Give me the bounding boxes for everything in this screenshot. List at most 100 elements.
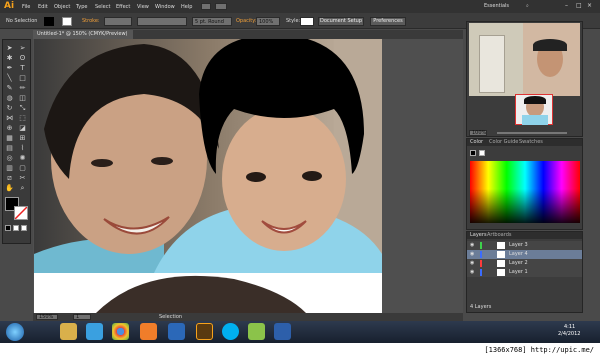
shape-builder-icon[interactable]: ⊕ <box>5 124 14 133</box>
arrange-docs-button[interactable] <box>215 3 227 10</box>
artboard-number-field[interactable]: 1 <box>73 314 91 320</box>
menu-type[interactable]: Type <box>76 4 87 10</box>
close-button[interactable]: × <box>587 3 592 9</box>
gradient-mode-button[interactable] <box>13 225 19 231</box>
menu-window[interactable]: Window <box>155 4 175 10</box>
eyedropper-icon[interactable]: ⌇ <box>18 144 27 153</box>
tab-layers[interactable]: Layers <box>470 233 487 238</box>
menu-file[interactable]: File <box>22 4 30 10</box>
document-setup-button[interactable]: Document Setup <box>318 17 364 26</box>
skype-icon[interactable] <box>222 323 239 340</box>
width-tool-icon[interactable]: ⋈ <box>5 114 14 123</box>
layer-name[interactable]: Layer 4 <box>509 252 528 257</box>
tab-artboards[interactable]: Artboards <box>487 233 511 238</box>
brush-definition[interactable]: 5 pt. Round <box>192 17 232 26</box>
gradient-icon[interactable]: ▤ <box>5 144 14 153</box>
fill-swatch[interactable] <box>44 17 54 26</box>
minimize-button[interactable]: – <box>565 3 568 9</box>
layer-row[interactable]: ◉ Layer 3 <box>467 241 582 250</box>
blend-icon[interactable]: ◎ <box>5 154 14 163</box>
menu-object[interactable]: Object <box>54 4 70 10</box>
eraser-icon[interactable]: ◫ <box>18 94 27 103</box>
workspace-switcher[interactable]: Essentials <box>484 4 509 9</box>
tab-color[interactable]: Color <box>470 140 483 145</box>
scissors-icon[interactable]: ✂ <box>18 174 27 183</box>
menu-select[interactable]: Select <box>95 4 110 10</box>
layer-row[interactable]: ◉ Layer 4 <box>467 250 582 259</box>
pencil-icon[interactable]: ✏ <box>18 84 27 93</box>
none-mode-button[interactable] <box>21 225 27 231</box>
chrome-icon[interactable] <box>112 323 129 340</box>
graphic-style-swatch[interactable] <box>300 17 314 26</box>
eye-icon[interactable]: ◉ <box>470 270 474 275</box>
rectangle-tool-icon[interactable]: □ <box>18 74 27 83</box>
selection-tool-icon[interactable]: ➤ <box>5 44 14 53</box>
tab-color-guide[interactable]: Color Guide <box>489 140 518 145</box>
rotate-icon[interactable]: ↻ <box>5 104 14 113</box>
color-spectrum[interactable] <box>470 161 580 223</box>
layer-row[interactable]: ◉ Layer 1 <box>467 268 582 277</box>
menu-help[interactable]: Help <box>181 4 192 10</box>
artboard[interactable] <box>34 39 382 313</box>
menu-edit[interactable]: Edit <box>38 4 48 10</box>
paintbrush-icon[interactable]: ✎ <box>5 84 14 93</box>
navigator-zoom-field[interactable]: 100% <box>469 130 487 136</box>
opacity-label[interactable]: Opacity: <box>236 19 257 24</box>
opacity-field[interactable]: 100% <box>256 17 280 26</box>
type-tool-icon[interactable]: T <box>18 64 27 73</box>
menu-view[interactable]: View <box>137 4 149 10</box>
stroke-swatch[interactable] <box>62 17 72 26</box>
tab-swatches[interactable]: Swatches <box>519 140 543 145</box>
start-orb-icon[interactable] <box>6 323 24 341</box>
free-transform-icon[interactable]: ⬚ <box>18 114 27 123</box>
zoom-field[interactable]: 150% <box>36 314 58 320</box>
word-icon[interactable] <box>274 323 291 340</box>
eye-icon[interactable]: ◉ <box>470 261 474 266</box>
perspective-grid-icon[interactable]: ▦ <box>5 134 14 143</box>
symbol-sprayer-icon[interactable]: ✺ <box>18 154 27 163</box>
navigator-zoom-slider[interactable] <box>497 132 567 134</box>
color-mode-button[interactable] <box>5 225 11 231</box>
navigator-thumbnail[interactable] <box>515 94 553 125</box>
scale-icon[interactable]: ⤡ <box>18 104 27 113</box>
layer-row[interactable]: ◉ Layer 2 <box>467 259 582 268</box>
panel-fill-swatch[interactable] <box>470 150 476 156</box>
eye-icon[interactable]: ◉ <box>470 243 474 248</box>
bridge-button[interactable] <box>201 3 211 10</box>
pen-tool-icon[interactable]: ✒ <box>5 64 14 73</box>
zoom-tool-icon[interactable]: ⌕ <box>18 184 27 193</box>
menu-effect[interactable]: Effect <box>116 4 130 10</box>
preferences-button[interactable]: Preferences <box>370 17 406 26</box>
photoshop-icon[interactable] <box>168 323 185 340</box>
search-icon[interactable]: ⌕ <box>526 4 529 9</box>
lasso-icon[interactable]: ʘ <box>18 54 27 63</box>
internet-explorer-icon[interactable] <box>86 323 103 340</box>
chat-icon[interactable] <box>248 323 265 340</box>
direct-selection-tool-icon[interactable]: ➢ <box>18 44 27 53</box>
eye-icon[interactable]: ◉ <box>470 252 474 257</box>
graph-tool-icon[interactable]: ▥ <box>5 164 14 173</box>
layer-name[interactable]: Layer 1 <box>509 270 528 275</box>
illustrator-icon[interactable] <box>196 323 213 340</box>
live-paint-icon[interactable]: ◪ <box>18 124 27 133</box>
folder-icon[interactable] <box>60 323 77 340</box>
line-tool-icon[interactable]: ╲ <box>5 74 14 83</box>
stroke-weight-field[interactable] <box>104 17 132 26</box>
maximize-button[interactable]: □ <box>576 3 582 9</box>
hand-tool-icon[interactable]: ✋ <box>5 184 14 193</box>
artboard-tool-icon[interactable]: ▢ <box>18 164 27 173</box>
layer-name[interactable]: Layer 2 <box>509 261 528 266</box>
stroke-label[interactable]: Stroke: <box>82 19 100 24</box>
document-tab[interactable]: Untitled-1* @ 150% (CMYK/Preview) <box>33 30 133 39</box>
media-icon[interactable] <box>140 323 157 340</box>
variable-width-profile[interactable] <box>137 17 187 26</box>
mesh-icon[interactable]: ⊞ <box>18 134 27 143</box>
layer-name[interactable]: Layer 3 <box>509 243 528 248</box>
blob-brush-icon[interactable]: ◍ <box>5 94 14 103</box>
layer-thumbnail <box>497 269 505 276</box>
stroke-color-box[interactable] <box>14 206 28 220</box>
magic-wand-icon[interactable]: ✱ <box>5 54 14 63</box>
placed-photo[interactable] <box>34 39 382 313</box>
slice-icon[interactable]: ⧄ <box>5 174 14 183</box>
panel-stroke-swatch[interactable] <box>479 150 485 156</box>
